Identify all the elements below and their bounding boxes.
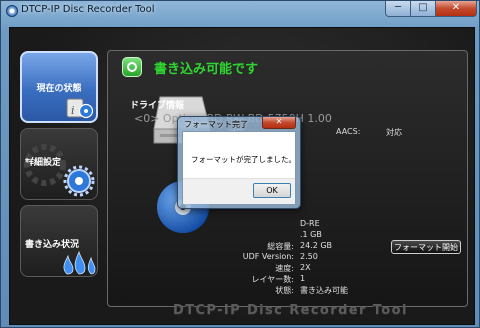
- udf-version-value: 2.50: [300, 252, 318, 261]
- total-capacity-label: 総容量:: [267, 242, 294, 251]
- sidebar-item-advanced-settings[interactable]: 詳細設定: [20, 128, 98, 200]
- app-disc-icon: [6, 5, 18, 17]
- dialog-message: フォーマットが完了しました。: [191, 155, 296, 164]
- info-drive-icon: i: [66, 98, 94, 119]
- status-message: 書き込み可能です: [154, 62, 259, 77]
- layer-count-label: レイヤー数:: [251, 275, 294, 284]
- flame-icon: [63, 250, 96, 275]
- media-state-label: 状態:: [275, 286, 294, 295]
- aacs-label: AACS:: [336, 127, 361, 136]
- sidebar-item-write-status[interactable]: 書き込み状況: [20, 205, 98, 277]
- total-capacity-value: 24.2 GB: [300, 241, 333, 250]
- sidebar-item-label: 現在の状態: [36, 84, 82, 94]
- free-space-value: .1 GB: [300, 230, 322, 239]
- speed-label: 速度:: [275, 264, 294, 273]
- media-type-value: D-RE: [300, 219, 320, 228]
- layer-count-value: 1: [300, 274, 306, 283]
- svg-text:i: i: [71, 104, 75, 117]
- app-window: DTCP-IP Disc Recorder Tool ─ □ ✕ 現在の状態 i…: [0, 0, 480, 328]
- dialog-footer: OK: [183, 178, 295, 204]
- window-title: DTCP-IP Disc Recorder Tool: [21, 4, 155, 15]
- dialog-body: フォーマットが完了しました。 OK: [182, 131, 296, 204]
- footer-logo: DTCP-IP Disc Recorder Tool: [173, 303, 408, 318]
- drive-info-heading: ドライブ情報: [130, 101, 185, 111]
- minimize-button[interactable]: ─: [385, 1, 411, 17]
- sidebar-item-current-status[interactable]: 現在の状態 i: [20, 51, 98, 123]
- gear-icon: [24, 144, 95, 197]
- close-button[interactable]: ✕: [435, 1, 477, 17]
- maximize-button[interactable]: □: [410, 1, 436, 17]
- aacs-value: 対応: [386, 128, 402, 137]
- dialog-close-button[interactable]: ✕: [262, 117, 296, 129]
- sidebar-item-label: 書き込み状況: [25, 240, 80, 250]
- udf-version-label: UDF Version:: [242, 252, 294, 261]
- start-format-button[interactable]: フォーマット開始: [391, 240, 461, 254]
- dialog-title: フォーマット完了: [184, 120, 248, 129]
- speed-value: 2X: [300, 263, 311, 272]
- media-state-value: 書き込み可能: [300, 286, 348, 295]
- check-ring-icon: [122, 57, 142, 77]
- format-complete-dialog: フォーマット完了 ✕ フォーマットが完了しました。 OK: [177, 116, 301, 209]
- title-bar[interactable]: DTCP-IP Disc Recorder Tool ─ □ ✕: [1, 1, 479, 21]
- ok-button[interactable]: OK: [253, 183, 291, 198]
